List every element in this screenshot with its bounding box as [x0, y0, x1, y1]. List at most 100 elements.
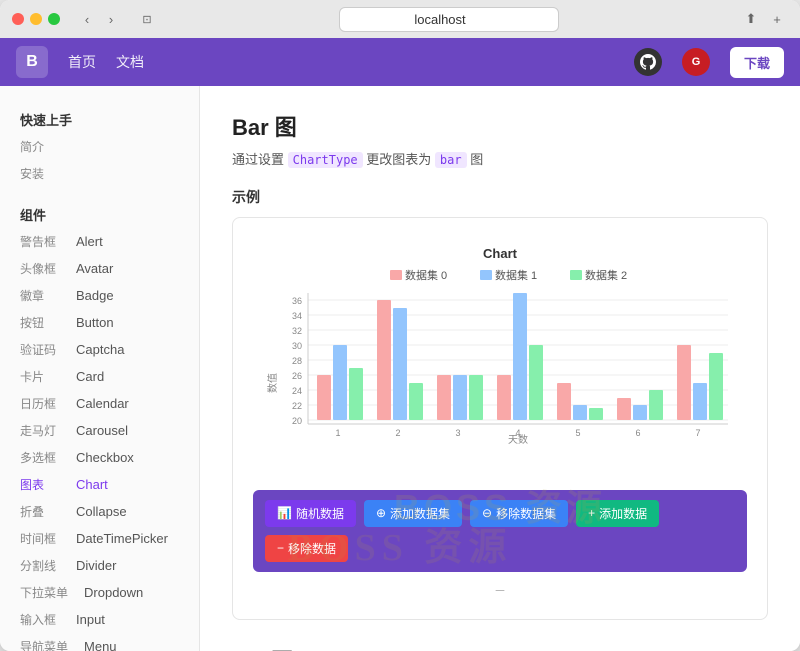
remove-dataset-label: 移除数据集 [496, 505, 556, 522]
add-data-icon: + [588, 506, 595, 520]
sidebar-alert-en: Alert [76, 234, 103, 249]
pie-title: Pie 图 [232, 644, 768, 651]
svg-text:20: 20 [292, 416, 302, 426]
svg-text:5: 5 [575, 428, 580, 438]
brand-logo: B [16, 46, 48, 78]
sidebar-item-badge[interactable]: 徽章 Badge [0, 282, 199, 309]
sidebar-checkbox-cn: 多选框 [20, 449, 60, 466]
gitee-icon-button[interactable]: G [682, 48, 710, 76]
sidebar-item-dropdown[interactable]: 下拉菜单 Dropdown [0, 579, 199, 606]
address-input[interactable] [339, 7, 559, 32]
remove-data-label: 移除数据 [288, 540, 336, 557]
remove-data-button[interactable]: − 移除数据 [265, 535, 348, 562]
sidebar-divider-cn: 分割线 [20, 557, 60, 574]
sidebar-item-divider[interactable]: 分割线 Divider [0, 552, 199, 579]
sidebar-carousel-en: Carousel [76, 423, 128, 438]
minimize-button[interactable] [30, 13, 42, 25]
sidebar-dropdown-en: Dropdown [84, 585, 143, 600]
github-icon [640, 54, 656, 70]
sidebar-datetimepicker-cn: 时间框 [20, 530, 60, 547]
sidebar-item-avatar[interactable]: 头像框 Avatar [0, 255, 199, 282]
sidebar-button-cn: 按钮 [20, 314, 60, 331]
sidebar-captcha-cn: 验证码 [20, 341, 60, 358]
sidebar-item-collapse[interactable]: 折叠 Collapse [0, 498, 199, 525]
sidebar: 快速上手 简介 安装 组件 警告框 Alert 头像框 Avatar 徽章 Ba… [0, 86, 200, 651]
sidebar-item-captcha[interactable]: 验证码 Captcha [0, 336, 199, 363]
random-data-label: 随机数据 [296, 505, 344, 522]
content: BOSS 资源 Bar 图 通过设置 ChartType 更改图表为 bar 图… [200, 86, 800, 651]
sidebar-item-install[interactable]: 安装 [0, 160, 199, 187]
chart-icon: 📊 [277, 506, 292, 520]
sidebar-item-alert[interactable]: 警告框 Alert [0, 228, 199, 255]
sidebar-item-datetimepicker[interactable]: 时间框 DateTimePicker [0, 525, 199, 552]
maximize-button[interactable] [48, 13, 60, 25]
download-button[interactable]: 下载 [730, 47, 784, 78]
svg-text:28: 28 [292, 356, 302, 366]
sidebar-calendar-en: Calendar [76, 396, 129, 411]
back-button[interactable]: ‹ [76, 8, 98, 30]
main-layout: 快速上手 简介 安装 组件 警告框 Alert 头像框 Avatar 徽章 Ba… [0, 86, 800, 651]
bar [557, 383, 571, 420]
bar [453, 375, 467, 420]
bar-title: Bar 图 [232, 110, 768, 142]
bar [349, 368, 363, 420]
add-data-button[interactable]: + 添加数据 [576, 500, 659, 527]
bar [589, 408, 603, 420]
new-tab-button[interactable]: + [766, 8, 788, 30]
sidebar-badge-en: Badge [76, 288, 114, 303]
sidebar-card-en: Card [76, 369, 104, 384]
app-nav: B 首页 文档 G 下载 [0, 38, 800, 86]
sidebar-avatar-cn: 头像框 [20, 260, 60, 277]
gitee-label: G [692, 56, 701, 68]
svg-text:36: 36 [292, 296, 302, 306]
sidebar-item-chart[interactable]: 图表 Chart [0, 471, 199, 498]
svg-text:7: 7 [695, 428, 700, 438]
svg-text:数据集 1: 数据集 1 [495, 268, 537, 282]
bar [497, 375, 511, 420]
bar [377, 300, 391, 420]
sidebar-item-card[interactable]: 卡片 Card [0, 363, 199, 390]
sidebar-item-input[interactable]: 输入框 Input [0, 606, 199, 633]
bar [409, 383, 423, 420]
bar-code1: ChartType [288, 152, 363, 168]
sidebar-checkbox-en: Checkbox [76, 450, 134, 465]
address-bar [166, 7, 732, 32]
github-icon-button[interactable] [634, 48, 662, 76]
sidebar-item-menu[interactable]: 导航菜单 Menu [0, 633, 199, 651]
titlebar: ‹ › ⊡ ⬆ + [0, 0, 800, 38]
sidebar-item-checkbox[interactable]: 多选框 Checkbox [0, 444, 199, 471]
close-button[interactable] [12, 13, 24, 25]
nav-home[interactable]: 首页 [68, 52, 96, 72]
bar [317, 375, 331, 420]
svg-text:数据集 0: 数据集 0 [405, 268, 447, 282]
example-label: 示例 [232, 187, 768, 207]
sidebar-calendar-cn: 日历框 [20, 395, 60, 412]
svg-text:数值: 数值 [266, 373, 279, 393]
sidebar-datetimepicker-en: DateTimePicker [76, 531, 168, 546]
remove-dataset-button[interactable]: ⊖ 移除数据集 [470, 500, 568, 527]
sidebar-input-cn: 输入框 [20, 611, 60, 628]
bar [573, 405, 587, 420]
svg-text:3: 3 [455, 428, 460, 438]
sidebar-button-en: Button [76, 315, 114, 330]
share-button[interactable]: ⬆ [740, 8, 762, 30]
forward-button[interactable]: › [100, 8, 122, 30]
sidebar-avatar-en: Avatar [76, 261, 113, 276]
sidebar-item-calendar[interactable]: 日历框 Calendar [0, 390, 199, 417]
window-icon-button[interactable]: ⊡ [136, 8, 158, 30]
svg-text:26: 26 [292, 371, 302, 381]
sidebar-chart-en: Chart [76, 477, 108, 492]
nav-docs[interactable]: 文档 [116, 52, 144, 72]
sidebar-item-carousel[interactable]: 走马灯 Carousel [0, 417, 199, 444]
add-dataset-button[interactable]: ⊕ 添加数据集 [364, 500, 462, 527]
add-data-label: 添加数据 [599, 505, 647, 522]
add-dataset-icon: ⊕ [376, 506, 386, 520]
svg-text:Chart: Chart [483, 246, 518, 261]
sidebar-item-button[interactable]: 按钮 Button [0, 309, 199, 336]
bar [513, 293, 527, 420]
random-data-button[interactable]: 📊 随机数据 [265, 500, 356, 527]
chart-container: Chart 数据集 0 数据集 1 数据集 2 数值 [253, 238, 747, 599]
sidebar-item-intro[interactable]: 简介 [0, 133, 199, 160]
svg-text:30: 30 [292, 341, 302, 351]
add-dataset-label: 添加数据集 [390, 505, 450, 522]
